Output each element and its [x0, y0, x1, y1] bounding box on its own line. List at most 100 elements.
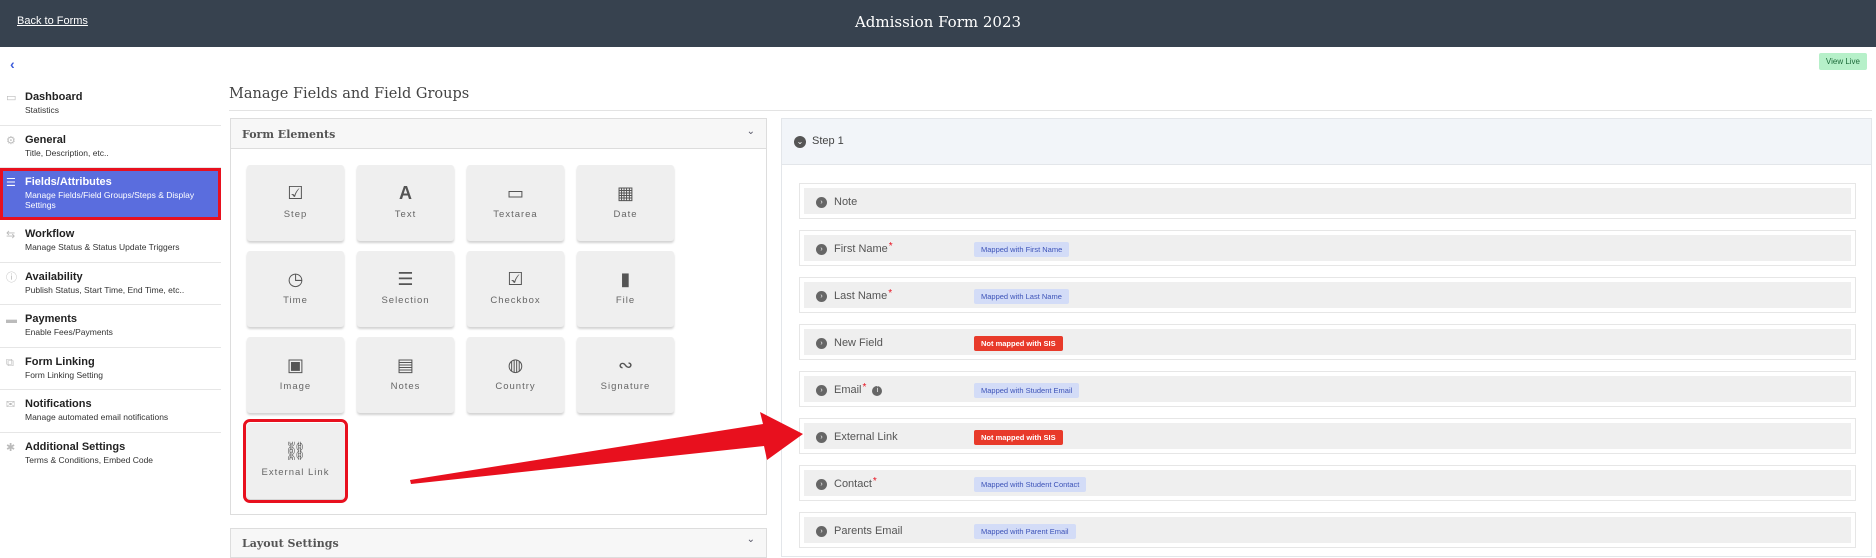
chevron-down-icon[interactable]: ⌄	[747, 534, 755, 545]
field-row[interactable]: › Note	[799, 183, 1856, 219]
field-row[interactable]: › Contact* Mapped with Student Contact	[799, 465, 1856, 501]
field-row-inner: › New Field Not mapped with SIS	[804, 329, 1851, 355]
field-row-inner: › Parents Email Mapped with Parent Email	[804, 517, 1851, 543]
sidebar-item-form-linking[interactable]: ⧉ Form Linking Form Linking Setting	[0, 348, 221, 390]
tile-country[interactable]: ◍ Country	[467, 337, 564, 413]
field-row-inner: › Note	[804, 188, 1851, 214]
form-elements-header[interactable]: Form Elements ⌄	[231, 119, 766, 149]
mapping-badge: Not mapped with SIS	[974, 336, 1063, 351]
textarea-icon: ▭	[506, 183, 524, 203]
chevron-right-icon[interactable]: ›	[816, 197, 827, 208]
form-elements-panel: Form Elements ⌄ ☑ Step A Text ▭ Textarea…	[230, 118, 767, 515]
tile-step[interactable]: ☑ Step	[247, 165, 344, 241]
signature-icon: ∾	[617, 355, 634, 375]
chevron-right-icon[interactable]: ›	[816, 432, 827, 443]
chevron-right-icon[interactable]: ›	[816, 385, 827, 396]
tile-label: Time	[283, 295, 308, 306]
field-row[interactable]: › First Name* Mapped with First Name	[799, 230, 1856, 266]
sidebar-item-dashboard[interactable]: ▭ Dashboard Statistics	[0, 83, 221, 126]
sidebar-item-desc: Enable Fees/Payments	[25, 327, 113, 337]
checklist-icon: ☑	[287, 183, 304, 203]
info-icon[interactable]: i	[872, 386, 883, 396]
field-row-inner: › First Name* Mapped with First Name	[804, 235, 1851, 261]
field-label: External Link	[834, 431, 898, 443]
sidebar-item-fields-attributes[interactable]: ☰ Fields/Attributes Manage Fields/Field …	[0, 168, 221, 220]
tile-signature[interactable]: ∾ Signature	[577, 337, 674, 413]
workflow-icon: ⇆	[6, 229, 16, 241]
chevron-right-icon[interactable]: ›	[816, 479, 827, 490]
sidebar-item-availability[interactable]: ⓘ Availability Publish Status, Start Tim…	[0, 263, 221, 305]
required-marker: *	[862, 382, 867, 393]
tile-label: Image	[279, 381, 312, 392]
step-header[interactable]: ⌄ Step 1	[782, 119, 1871, 165]
page-title: Admission Form 2023	[854, 13, 1022, 31]
sidebar-item-additional-settings[interactable]: ✱ Additional Settings Terms & Conditions…	[0, 433, 221, 476]
sidebar-item-notifications[interactable]: ✉ Notifications Manage automated email n…	[0, 390, 221, 433]
field-label-text: Contact	[834, 478, 872, 490]
field-label: Contact*	[834, 476, 877, 490]
view-live-button[interactable]: View Live	[1818, 53, 1867, 70]
image-icon: ▣	[286, 355, 304, 375]
link-icon: ⛓	[284, 441, 307, 461]
tile-external-link[interactable]: ⛓ External Link	[243, 419, 348, 503]
tile-label: Signature	[600, 381, 651, 392]
section-title: Manage Fields and Field Groups	[229, 86, 470, 102]
field-label: New Field	[834, 337, 883, 349]
tile-selection[interactable]: ☰ Selection	[357, 251, 454, 327]
chevron-right-icon[interactable]: ›	[816, 244, 827, 255]
chevron-right-icon[interactable]: ›	[816, 526, 827, 537]
tile-date[interactable]: ▦ Date	[577, 165, 674, 241]
chevron-down-icon[interactable]: ⌄	[794, 136, 806, 148]
sidebar-item-title: Workflow	[25, 228, 75, 240]
top-bar: Back to Forms Admission Form 2023	[0, 0, 1876, 47]
field-row[interactable]: › Last Name* Mapped with Last Name	[799, 277, 1856, 313]
sidebar: ▭ Dashboard Statistics ⚙ General Title, …	[0, 83, 221, 475]
tile-time[interactable]: ◷ Time	[247, 251, 344, 327]
sidebar-item-title: Additional Settings	[25, 440, 126, 453]
field-row[interactable]: › Email* i Mapped with Student Email	[799, 371, 1856, 407]
panel-title: Form Elements	[242, 128, 336, 141]
steps-panel: ⌄ Step 1 › Note › First Name* Mapped wit…	[781, 118, 1872, 557]
sidebar-item-desc: Title, Description, etc..	[25, 147, 109, 158]
tile-file[interactable]: ▮ File	[577, 251, 674, 327]
tile-label: Textarea	[493, 209, 538, 220]
tile-label: External Link	[261, 467, 330, 478]
required-marker: *	[888, 288, 893, 299]
divider	[229, 110, 1872, 111]
chevron-left-icon[interactable]: ‹	[10, 56, 26, 72]
sidebar-item-desc: Publish Status, Start Time, End Time, et…	[25, 284, 185, 295]
sidebar-item-payments[interactable]: ▬ Payments Enable Fees/Payments	[0, 305, 221, 348]
layout-settings-header[interactable]: Layout Settings ⌄	[230, 528, 767, 558]
info-icon: ⓘ	[6, 271, 17, 284]
field-row[interactable]: › External Link Not mapped with SIS	[799, 418, 1856, 454]
chevron-right-icon[interactable]: ›	[816, 291, 827, 302]
field-label-text: First Name	[834, 243, 888, 255]
field-row[interactable]: › Parents Email Mapped with Parent Email	[799, 512, 1856, 548]
chevron-right-icon[interactable]: ›	[816, 338, 827, 349]
sidebar-item-general[interactable]: ⚙ General Title, Description, etc..	[0, 126, 221, 168]
tile-label: Step	[283, 209, 308, 220]
tile-checkbox[interactable]: ☑ Checkbox	[467, 251, 564, 327]
tile-textarea[interactable]: ▭ Textarea	[467, 165, 564, 241]
field-label: Note	[834, 196, 857, 208]
sidebar-item-title: Payments	[25, 313, 77, 325]
tile-image[interactable]: ▣ Image	[247, 337, 344, 413]
step-title: Step 1	[812, 135, 844, 147]
tile-notes[interactable]: ▤ Notes	[357, 337, 454, 413]
field-row[interactable]: › New Field Not mapped with SIS	[799, 324, 1856, 360]
required-marker: *	[872, 476, 877, 487]
mapping-badge: Not mapped with SIS	[974, 430, 1063, 445]
chevron-down-icon[interactable]: ⌄	[747, 126, 755, 137]
sidebar-item-workflow[interactable]: ⇆ Workflow Manage Status & Status Update…	[0, 220, 221, 263]
sidebar-item-desc: Manage automated email notifications	[25, 412, 169, 422]
field-row-inner: › Last Name* Mapped with Last Name	[804, 282, 1851, 308]
link-icon: ⧉	[6, 356, 14, 369]
field-label: First Name*	[834, 241, 893, 255]
tile-text[interactable]: A Text	[357, 165, 454, 241]
credit-card-icon: ▬	[6, 314, 17, 326]
sidebar-item-title: General	[25, 133, 66, 146]
field-row-inner: › Contact* Mapped with Student Contact	[804, 470, 1851, 496]
field-row-inner: › External Link Not mapped with SIS	[804, 423, 1851, 449]
mapping-badge: Mapped with Student Contact	[974, 477, 1087, 492]
panel-title: Layout Settings	[242, 537, 339, 550]
